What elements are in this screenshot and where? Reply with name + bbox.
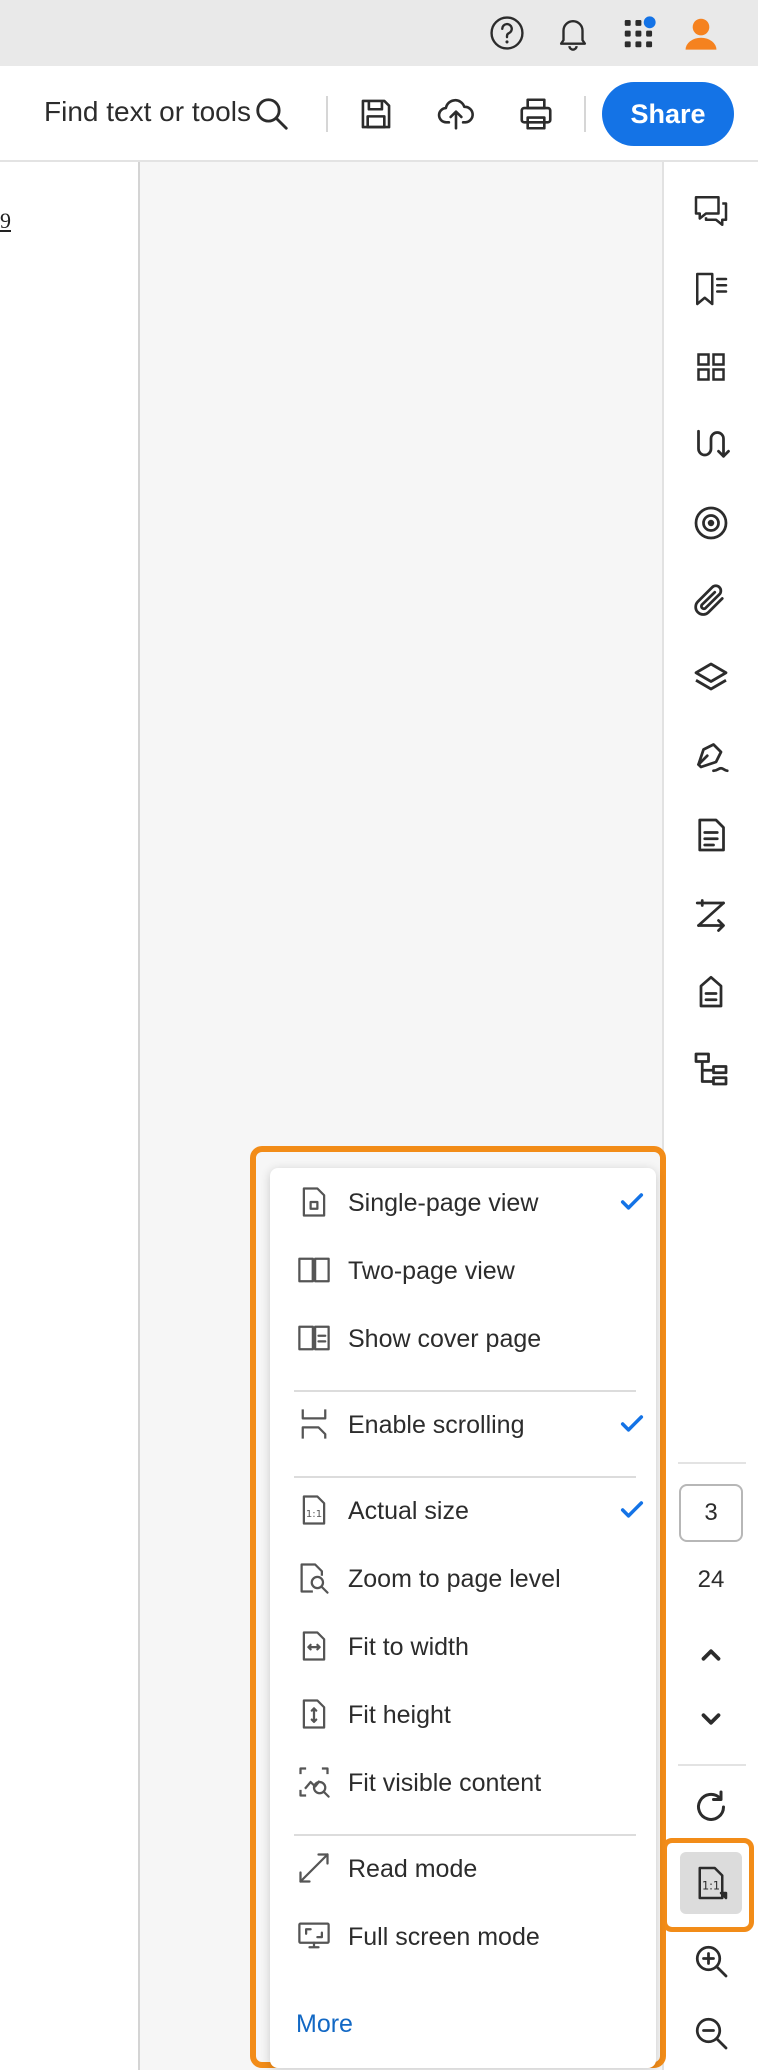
avatar-icon[interactable]	[680, 12, 722, 54]
more-link[interactable]: More	[296, 2010, 353, 2039]
tag-icon[interactable]	[688, 968, 734, 1014]
bell-icon[interactable]	[552, 12, 594, 54]
bookmark-icon[interactable]	[688, 266, 734, 312]
two-page-icon	[294, 1250, 334, 1290]
menu-item-label: Show cover page	[348, 1325, 542, 1353]
menu-item-zoom-to-page-level[interactable]: Zoom to page level	[270, 1548, 656, 1610]
cover-page-icon	[294, 1318, 334, 1358]
toolbar-divider	[326, 96, 328, 132]
save-icon[interactable]	[352, 90, 400, 138]
actual-size-icon: 1:1	[294, 1490, 334, 1530]
share-button[interactable]: Share	[602, 82, 734, 146]
menu-item-label: Two-page view	[348, 1257, 515, 1285]
menu-item-label: Fit height	[348, 1701, 451, 1729]
find-text-label[interactable]: Find text or tools	[44, 96, 251, 128]
rotate-icon[interactable]	[688, 1784, 734, 1830]
menu-item-label: Actual size	[348, 1497, 469, 1525]
search-icon[interactable]	[248, 90, 296, 138]
rail-divider	[678, 1462, 746, 1464]
menu-item-label: Enable scrolling	[348, 1411, 525, 1439]
scrolling-icon	[294, 1404, 334, 1444]
cloud-upload-icon[interactable]	[432, 90, 480, 138]
svg-text:1:1: 1:1	[306, 1509, 322, 1520]
menu-item-fit-to-width[interactable]: Fit to width	[270, 1616, 656, 1678]
layers-icon[interactable]	[688, 656, 734, 702]
tree-icon[interactable]	[688, 1046, 734, 1092]
page-text-fragment: 9	[0, 208, 11, 233]
sign-icon[interactable]	[688, 734, 734, 780]
read-mode-icon	[294, 1848, 334, 1888]
checkmark-icon	[618, 1410, 646, 1438]
menu-item-label: Fit visible content	[348, 1769, 542, 1797]
fit-height-icon	[294, 1694, 334, 1734]
view-menu: Single-page view Two-page view Show cove…	[270, 1168, 656, 2068]
system-bar	[0, 0, 758, 66]
total-pages: 24	[697, 1566, 725, 1593]
menu-item-fit-height[interactable]: Fit height	[270, 1684, 656, 1746]
menu-item-label: Read mode	[348, 1855, 478, 1883]
fit-width-icon	[294, 1626, 334, 1666]
fit-content-icon	[294, 1762, 334, 1802]
comment-icon[interactable]	[688, 188, 734, 234]
top-toolbar: Find text or tools Share	[0, 66, 758, 162]
redact-icon[interactable]	[688, 890, 734, 936]
menu-item-show-cover-page[interactable]: Show cover page	[270, 1308, 656, 1370]
help-icon[interactable]	[486, 12, 528, 54]
checkmark-icon	[618, 1496, 646, 1524]
menu-item-actual-size[interactable]: 1:1 Actual size	[270, 1480, 656, 1542]
menu-item-read-mode[interactable]: Read mode	[270, 1838, 656, 1900]
menu-divider	[294, 1476, 636, 1478]
full-screen-icon	[294, 1916, 334, 1956]
print-icon[interactable]	[512, 90, 560, 138]
checkmark-icon	[618, 1188, 646, 1216]
menu-item-label: Zoom to page level	[348, 1565, 561, 1593]
menu-item-full-screen-mode[interactable]: Full screen mode	[270, 1906, 656, 1968]
zoom-out-icon[interactable]	[688, 2010, 734, 2056]
target-icon[interactable]	[688, 500, 734, 546]
single-page-icon	[294, 1182, 334, 1222]
attachment-icon[interactable]	[688, 578, 734, 624]
current-page-input[interactable]: 3	[679, 1484, 743, 1542]
zoom-in-icon[interactable]	[688, 1938, 734, 1984]
menu-item-label: Full screen mode	[348, 1923, 540, 1951]
menu-item-fit-visible-content[interactable]: Fit visible content	[270, 1752, 656, 1814]
rail-divider	[678, 1764, 746, 1766]
document-icon[interactable]	[688, 812, 734, 858]
zoom-page-icon	[294, 1558, 334, 1598]
menu-divider	[294, 1834, 636, 1836]
organize-icon[interactable]	[688, 422, 734, 468]
page-view-highlight	[662, 1838, 754, 1932]
previous-page-icon[interactable]	[688, 1632, 734, 1678]
menu-item-single-page-view[interactable]: Single-page view	[270, 1172, 656, 1234]
toolbar-divider	[584, 96, 586, 132]
menu-divider	[294, 1390, 636, 1392]
thumbnails-icon[interactable]	[688, 344, 734, 390]
menu-item-two-page-view[interactable]: Two-page view	[270, 1240, 656, 1302]
right-rail: 3 24 1:1	[662, 162, 758, 2070]
menu-item-enable-scrolling[interactable]: Enable scrolling	[270, 1394, 656, 1456]
document-page[interactable]: 9	[0, 162, 140, 2070]
menu-item-label: Fit to width	[348, 1633, 469, 1661]
apps-icon[interactable]	[618, 12, 660, 54]
menu-item-label: Single-page view	[348, 1189, 539, 1217]
next-page-icon[interactable]	[688, 1696, 734, 1742]
